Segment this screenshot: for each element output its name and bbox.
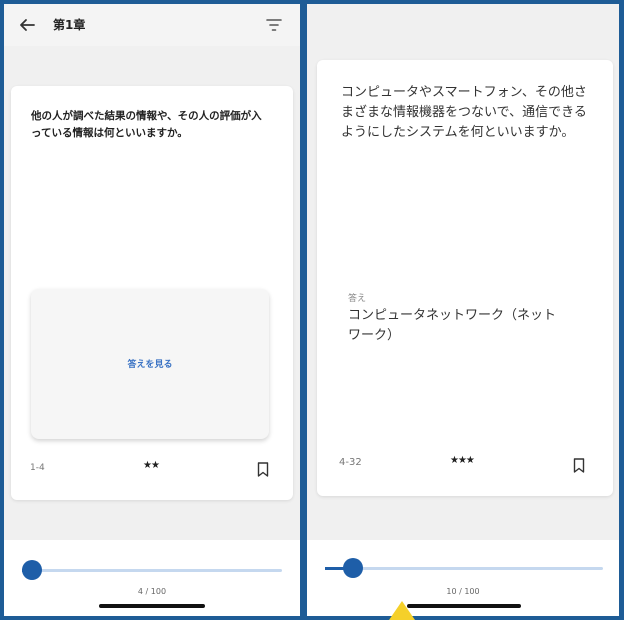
- chapter-title: 第1章: [53, 18, 86, 32]
- slider-thumb[interactable]: [22, 560, 43, 580]
- flashcard: コンピュータやスマートフォン、その他さまざまな情報機器をつないで、通信できるよう…: [317, 60, 613, 496]
- show-answer-label: 答えを見る: [127, 360, 173, 370]
- left-phone-screen: 第1章 他の人が調べた結果の情報や、その人の評価が入っている情報は何といいますか…: [4, 4, 300, 616]
- difficulty-stars: ★★: [143, 460, 160, 471]
- right-phone-screen: コンピュータやスマートフォン、その他さまざまな情報機器をつないで、通信できるよう…: [307, 4, 619, 616]
- card-number: 1-4: [30, 463, 45, 473]
- bookmark-icon[interactable]: [573, 458, 585, 473]
- difficulty-stars: ★★★: [450, 455, 475, 466]
- card-number: 4-32: [339, 457, 362, 468]
- progress-bar-area: 10 / 100: [307, 540, 619, 616]
- question-text: コンピュータやスマートフォン、その他さまざまな情報機器をつないで、通信できるよう…: [341, 85, 587, 140]
- progress-bar-area: 4 / 100: [4, 540, 300, 616]
- home-indicator: [407, 604, 521, 608]
- app-header: 第1章: [4, 4, 300, 46]
- filter-icon[interactable]: [266, 18, 282, 32]
- slider-thumb[interactable]: [342, 558, 363, 578]
- show-answer-button[interactable]: 答えを見る: [31, 289, 269, 439]
- flashcard: 他の人が調べた結果の情報や、その人の評価が入っている情報は何といいますか。 答え…: [11, 86, 293, 500]
- answer-text: コンピュータネットワーク（ネットワーク）: [348, 308, 557, 343]
- pointer-triangle: [389, 601, 415, 620]
- page-counter: 4 / 100: [137, 587, 167, 596]
- progress-slider[interactable]: [325, 558, 603, 578]
- back-arrow-icon[interactable]: [18, 16, 36, 34]
- question-text: 他の人が調べた結果の情報や、その人の評価が入っている情報は何といいますか。: [31, 110, 262, 139]
- bookmark-icon[interactable]: [257, 462, 269, 477]
- answer-caption: 答え: [348, 294, 367, 304]
- home-indicator: [99, 604, 205, 608]
- progress-slider[interactable]: [22, 560, 282, 580]
- page-counter: 10 / 100: [446, 587, 480, 596]
